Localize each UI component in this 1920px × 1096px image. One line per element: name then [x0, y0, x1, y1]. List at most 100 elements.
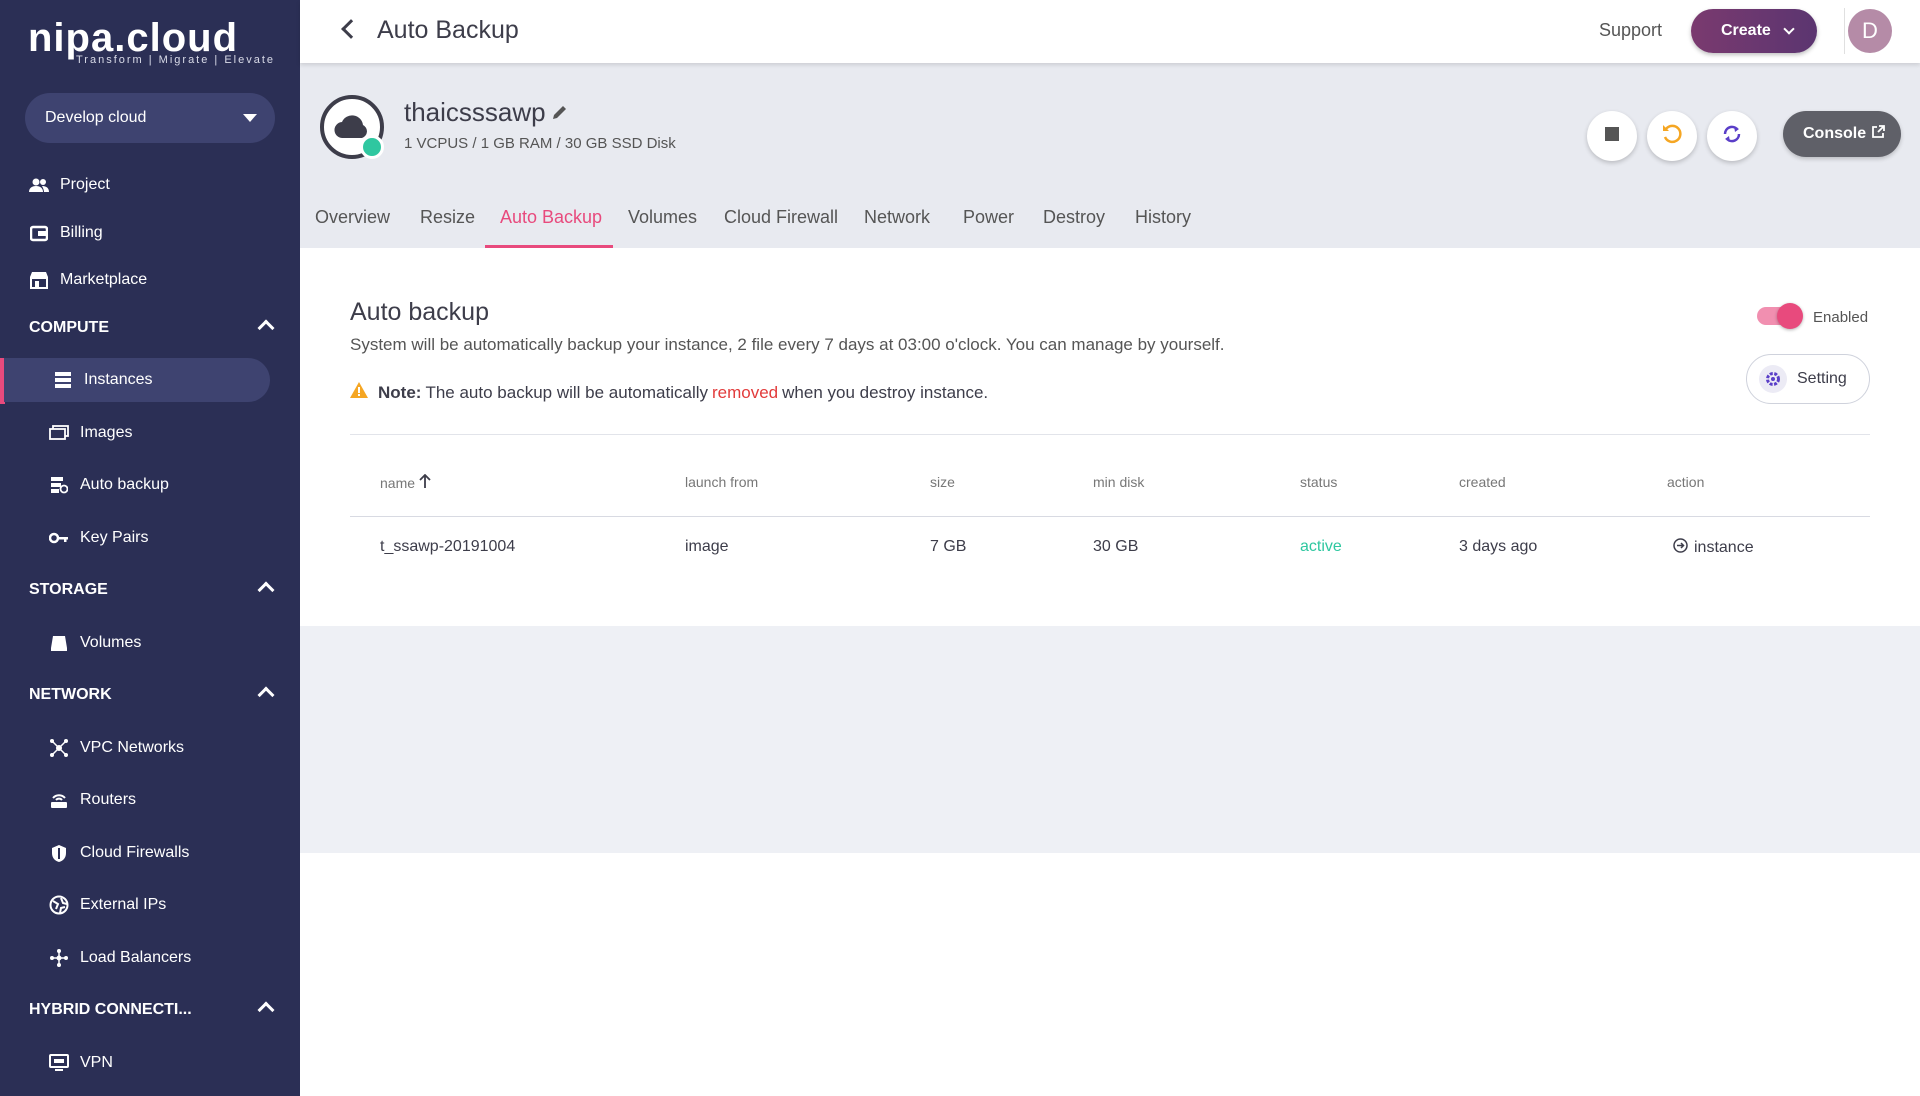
sidebar-item-cloud-firewalls[interactable]: Cloud Firewalls [0, 831, 300, 875]
action-label: instance [1694, 539, 1754, 556]
column-header-status: status [1300, 474, 1338, 490]
create-button-label: Create [1721, 22, 1771, 39]
billing-icon [28, 222, 50, 244]
restart-icon [1661, 123, 1683, 150]
balancer-icon [48, 947, 70, 969]
sidebar-item-vpn[interactable]: VPN [0, 1041, 300, 1085]
restart-button[interactable] [1647, 111, 1697, 161]
chevron-up-icon [257, 319, 275, 337]
sidebar-item-label: Volumes [80, 634, 142, 651]
enabled-label: Enabled [1813, 309, 1869, 326]
store-icon [28, 269, 50, 291]
backup-description: System will be automatically backup your… [350, 335, 1225, 354]
sidebar-item-instances[interactable]: Instances [4, 358, 270, 402]
column-header-name[interactable]: name [380, 473, 431, 491]
console-button[interactable]: Console [1783, 111, 1901, 157]
chevron-up-icon [257, 1001, 275, 1019]
arrow-circle-icon [1673, 538, 1694, 558]
key-icon [48, 527, 70, 549]
sidebar-item-load-balancers[interactable]: Load Balancers [0, 936, 300, 980]
tab-resize[interactable]: Resize [420, 201, 475, 248]
divider [350, 434, 1870, 435]
backup-icon [48, 474, 70, 496]
sidebar-item-label: Key Pairs [80, 529, 149, 546]
sidebar-item-auto-backup[interactable]: Auto backup [0, 463, 300, 507]
column-header-action: action [1667, 474, 1705, 490]
section-storage[interactable]: STORAGE [0, 568, 300, 612]
avatar[interactable]: D [1848, 9, 1892, 53]
sidebar-item-label: VPN [80, 1054, 113, 1071]
sidebar-item-marketplace[interactable]: Marketplace [0, 258, 300, 302]
pencil-icon[interactable] [552, 104, 568, 125]
column-header-min-disk: min disk [1093, 474, 1145, 490]
project-select-label: Develop cloud [45, 109, 147, 126]
sidebar-item-label: Billing [60, 224, 103, 241]
sidebar-item-key-pairs[interactable]: Key Pairs [0, 516, 300, 560]
cell-created: 3 days ago [1459, 538, 1538, 555]
section-hybrid-connection[interactable]: HYBRID CONNECTI... [0, 988, 300, 1032]
cell-status: active [1300, 538, 1342, 555]
column-header-size: size [930, 474, 955, 490]
refresh-button[interactable] [1707, 111, 1757, 161]
sidebar-item-label: External IPs [80, 896, 167, 913]
logo[interactable]: nipa.cloud Transform | Migrate | Elevate [28, 16, 273, 72]
sidebar-item-label: VPC Networks [80, 739, 185, 756]
refresh-icon [1721, 123, 1743, 150]
note-removed: removed [712, 382, 779, 402]
divider [1844, 8, 1845, 54]
network-icon [48, 737, 70, 759]
sidebar-item-images[interactable]: Images [0, 411, 300, 455]
sidebar-item-label: Marketplace [60, 271, 148, 288]
cell-name: t_ssawp-20191004 [380, 538, 516, 555]
instance-header: thaicsssawp 1 VCPUS / 1 GB RAM / 30 GB S… [300, 63, 1920, 248]
support-link[interactable]: Support [1599, 20, 1662, 41]
tab-power[interactable]: Power [963, 201, 1014, 248]
sidebar-item-vpc-networks[interactable]: VPC Networks [0, 726, 300, 770]
caret-down-icon [243, 114, 257, 122]
column-header-label: name [380, 474, 416, 491]
warning-icon [350, 382, 368, 403]
tab-overview[interactable]: Overview [315, 201, 390, 248]
chevron-left-icon[interactable] [341, 19, 361, 39]
section-label: COMPUTE [29, 319, 109, 336]
top-bar: Auto Backup Support Create D [300, 0, 1920, 63]
cell-action-instance[interactable]: instance [1673, 538, 1754, 558]
sidebar: nipa.cloud Transform | Migrate | Elevate… [0, 0, 300, 1096]
auto-backup-panel: Auto backup System will be automatically… [300, 248, 1920, 626]
instance-spec: 1 VCPUS / 1 GB RAM / 30 GB SSD Disk [404, 135, 676, 152]
section-compute[interactable]: COMPUTE [0, 306, 300, 350]
section-network[interactable]: NETWORK [0, 673, 300, 717]
create-button[interactable]: Create [1691, 9, 1817, 53]
tab-history[interactable]: History [1135, 201, 1191, 248]
column-header-launch-from: launch from [685, 474, 759, 490]
setting-button[interactable]: Setting [1746, 354, 1870, 404]
project-select[interactable]: Develop cloud [25, 93, 275, 143]
note-label: Note: [378, 382, 422, 402]
tab-destroy[interactable]: Destroy [1043, 201, 1105, 248]
images-icon [48, 422, 70, 444]
server-icon [52, 369, 74, 391]
backup-note: Note: The auto backup will be automatica… [350, 382, 988, 403]
shield-icon [48, 842, 70, 864]
sidebar-item-volumes[interactable]: Volumes [0, 621, 300, 665]
sidebar-item-label: Project [60, 176, 110, 193]
section-label: HYBRID CONNECTI... [29, 1001, 192, 1018]
sidebar-item-project[interactable]: Project [0, 163, 300, 207]
enabled-toggle[interactable] [1757, 303, 1803, 329]
note-text-end: when you destroy instance. [782, 382, 989, 402]
people-icon [28, 174, 50, 196]
chevron-up-icon [257, 686, 275, 704]
tab-volumes[interactable]: Volumes [628, 201, 697, 248]
stop-button[interactable] [1587, 111, 1637, 161]
tab-auto-backup[interactable]: Auto Backup [500, 201, 602, 248]
tab-cloud-firewall[interactable]: Cloud Firewall [724, 201, 838, 248]
instance-name: thaicsssawp [404, 97, 546, 127]
sidebar-item-external-ips[interactable]: External IPs [0, 883, 300, 927]
section-title: Auto backup [350, 298, 489, 326]
sidebar-item-routers[interactable]: Routers [0, 778, 300, 822]
sidebar-item-billing[interactable]: Billing [0, 211, 300, 255]
sidebar-item-label: Auto backup [80, 476, 169, 493]
table-header-divider [350, 516, 1870, 517]
setting-button-label: Setting [1797, 370, 1847, 387]
tab-network[interactable]: Network [864, 201, 930, 248]
